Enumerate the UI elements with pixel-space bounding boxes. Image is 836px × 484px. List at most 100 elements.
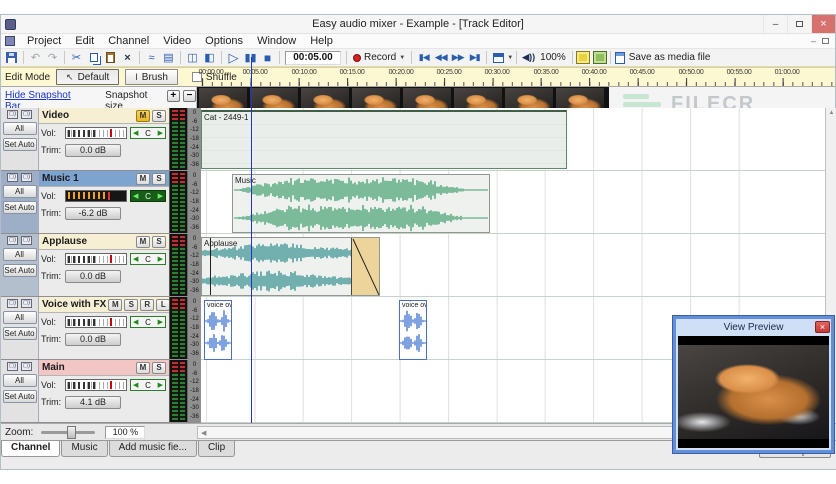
output-icon[interactable]: ◻) xyxy=(7,236,18,245)
solo-button[interactable]: S xyxy=(152,172,166,185)
redo-button[interactable]: ↷ xyxy=(44,50,61,66)
go-start-button[interactable]: ▮◀ xyxy=(415,50,432,66)
view-preview-window[interactable]: View Preview × xyxy=(672,315,835,454)
pan-control[interactable]: ◀ C ▶ xyxy=(130,253,166,265)
pan-control[interactable]: ◀ C ▶ xyxy=(130,316,166,328)
timeline-ruler[interactable]: 00:00.00 00:05.00 00:10.00 00:15.00 00:2… xyxy=(197,68,836,86)
window-list-button[interactable] xyxy=(490,50,507,66)
set-auto-button[interactable]: Set Auto xyxy=(2,327,37,340)
monitor-icon[interactable]: ◻) xyxy=(21,362,32,371)
playhead[interactable] xyxy=(251,57,252,423)
menu-channel[interactable]: Channel xyxy=(101,35,156,47)
pan-left-icon[interactable]: ◀ xyxy=(133,256,138,263)
delete-button[interactable]: × xyxy=(119,50,136,66)
scroll-up-icon[interactable]: ▲ xyxy=(829,110,835,116)
cut-button[interactable]: ✂ xyxy=(68,50,85,66)
preview-title-bar[interactable]: View Preview × xyxy=(676,319,831,336)
child-minimize-button[interactable]: – xyxy=(811,36,816,46)
all-button[interactable]: All xyxy=(2,122,37,135)
save-button[interactable] xyxy=(3,50,20,66)
monitor-icon[interactable]: ◻) xyxy=(21,299,32,308)
set-auto-button[interactable]: Set Auto xyxy=(2,201,37,214)
fade-out-region[interactable] xyxy=(351,238,379,295)
menu-window[interactable]: Window xyxy=(250,35,303,47)
applause-clip[interactable]: Applause xyxy=(201,237,380,296)
monitor-icon[interactable]: ◻) xyxy=(21,236,32,245)
menu-help[interactable]: Help xyxy=(303,35,340,47)
snapshot-panel-toggle-icon[interactable] xyxy=(575,51,590,64)
mute-button[interactable]: M xyxy=(136,172,150,185)
scroll-left-icon[interactable]: ◀ xyxy=(198,429,209,437)
pan-right-icon[interactable]: ▶ xyxy=(158,193,163,200)
set-auto-button[interactable]: Set Auto xyxy=(2,138,37,151)
pan-left-icon[interactable]: ◀ xyxy=(133,193,138,200)
tab-add-music-file[interactable]: Add music fie... xyxy=(108,441,197,457)
output-icon[interactable]: ◻) xyxy=(7,110,18,119)
speaker-icon[interactable]: ◀)) xyxy=(520,50,537,66)
monitor-icon[interactable]: ◻) xyxy=(21,110,32,119)
snapshot-size-minus-button[interactable]: − xyxy=(182,90,196,102)
rewind-button[interactable]: ◀◀ xyxy=(432,50,449,66)
pan-left-icon[interactable]: ◀ xyxy=(133,382,138,389)
mute-button[interactable]: M xyxy=(108,298,123,311)
menu-project[interactable]: Project xyxy=(20,35,68,47)
voice-clip-2[interactable]: voice ov xyxy=(399,300,427,360)
trim-button[interactable]: 0.0 dB xyxy=(65,269,121,283)
rec-button[interactable]: R xyxy=(140,298,155,311)
pan-control[interactable]: ◀ C ▶ xyxy=(130,127,166,139)
split-button[interactable]: ◫ xyxy=(184,50,201,66)
output-icon[interactable]: ◻) xyxy=(7,362,18,371)
trim-button[interactable]: -6.2 dB xyxy=(65,206,121,220)
tab-clip[interactable]: Clip xyxy=(197,441,236,457)
pan-right-icon[interactable]: ▶ xyxy=(158,130,163,137)
child-restore-button[interactable] xyxy=(822,37,829,46)
stop-button[interactable]: ■ xyxy=(259,50,276,66)
all-button[interactable]: All xyxy=(2,311,37,324)
record-dropdown-icon[interactable]: ▼ xyxy=(399,55,405,61)
trim-button[interactable]: 0.0 dB xyxy=(65,143,121,157)
solo-button[interactable]: S xyxy=(152,361,166,374)
solo-button[interactable]: S xyxy=(152,109,166,122)
save-media-button[interactable]: Save as media file xyxy=(614,50,712,66)
volume-slider[interactable] xyxy=(65,379,127,391)
menu-options[interactable]: Options xyxy=(198,35,250,47)
pan-right-icon[interactable]: ▶ xyxy=(158,382,163,389)
trim-button[interactable]: 0.0 dB xyxy=(65,332,121,346)
envelope-button[interactable]: ≈ xyxy=(143,50,160,66)
set-auto-button[interactable]: Set Auto xyxy=(2,264,37,277)
brush-tool-button[interactable]: I Brush xyxy=(125,69,178,85)
join-button[interactable]: ◧ xyxy=(201,50,218,66)
tab-channel[interactable]: Channel xyxy=(1,441,61,457)
go-end-button[interactable]: ▶▮ xyxy=(466,50,483,66)
output-icon[interactable]: ◻) xyxy=(7,299,18,308)
video-clip[interactable]: Cat - 2449-1 xyxy=(201,110,567,169)
solo-button[interactable]: S xyxy=(124,298,139,311)
film-button[interactable]: ▤ xyxy=(160,50,177,66)
default-tool-button[interactable]: ↖ Default xyxy=(56,69,120,85)
preview-panel-toggle-icon[interactable] xyxy=(592,51,607,64)
tab-music[interactable]: Music xyxy=(61,441,108,457)
record-button[interactable]: Record ▼ xyxy=(350,50,408,66)
menu-edit[interactable]: Edit xyxy=(68,35,101,47)
copy-button[interactable] xyxy=(85,50,102,66)
pan-right-icon[interactable]: ▶ xyxy=(158,319,163,326)
zoom-slider[interactable] xyxy=(41,425,96,439)
volume-slider[interactable] xyxy=(65,253,127,265)
monitor-icon[interactable]: ◻) xyxy=(21,173,32,182)
output-icon[interactable]: ◻) xyxy=(7,173,18,182)
pan-control[interactable]: ◀ C ▶ xyxy=(130,379,166,391)
menu-video[interactable]: Video xyxy=(156,35,198,47)
pan-left-icon[interactable]: ◀ xyxy=(133,130,138,137)
mute-button[interactable]: M xyxy=(136,235,150,248)
volume-slider[interactable] xyxy=(65,316,127,328)
pan-right-icon[interactable]: ▶ xyxy=(158,256,163,263)
all-button[interactable]: All xyxy=(2,374,37,387)
volume-slider[interactable] xyxy=(65,127,127,139)
volume-slider[interactable] xyxy=(65,190,127,202)
pan-control[interactable]: ◀ C ▶ xyxy=(130,190,166,202)
undo-button[interactable]: ↶ xyxy=(27,50,44,66)
voice-clip-1[interactable]: voice ov xyxy=(204,300,232,360)
window-list-dropdown-icon[interactable]: ▼ xyxy=(507,55,513,61)
snapshot-size-plus-button[interactable]: + xyxy=(166,90,180,102)
all-button[interactable]: All xyxy=(2,185,37,198)
